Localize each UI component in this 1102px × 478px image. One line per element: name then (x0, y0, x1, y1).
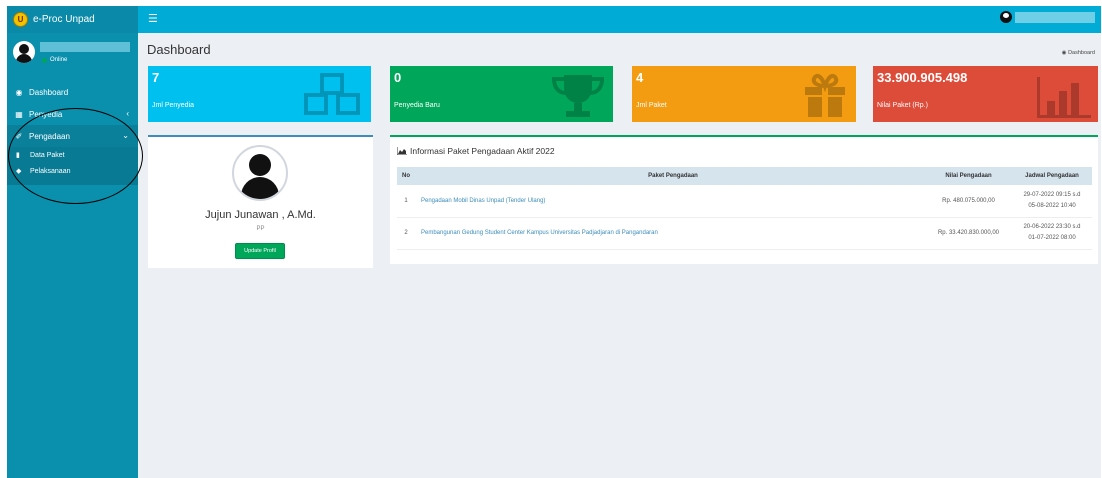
sidebar-item-dashboard[interactable]: ◉ Dashboard (7, 81, 138, 103)
stat-value: 0 (394, 70, 402, 85)
sidebar-item-penyedia[interactable]: ▦ Penyedia ‹ (7, 103, 138, 125)
page-title: Dashboard (147, 42, 211, 57)
jadwal-start: 29-07-2022 09:15 s.d (1023, 191, 1081, 198)
hamburger-icon[interactable]: ☰ (148, 12, 158, 25)
app-title: e-Proc Unpad (33, 14, 95, 25)
jadwal-start: 20-06-2022 23:30 s.d (1023, 224, 1081, 230)
profile-name: Jujun Junawan , A.Md. (205, 209, 316, 221)
bar-chart-icon (1037, 77, 1091, 118)
user-avatar (13, 41, 35, 63)
user-avatar-icon (1000, 11, 1012, 23)
stat-label: Nilai Paket (Rp.) (877, 102, 928, 109)
breadcrumb[interactable]: ◉ Dashboard (1062, 50, 1095, 56)
online-status: Online (42, 57, 67, 63)
row-nilai: Rp. 33.420.830.000,00 (925, 217, 1012, 250)
stat-label: Jml Penyedia (152, 102, 195, 109)
jadwal-end: 01-07-2022 08:00 (1028, 235, 1076, 241)
row-jadwal: 29-07-2022 09:15 s.d 05-08-2022 10:40 (1012, 185, 1092, 218)
row-jadwal: 20-06-2022 23:30 s.d 01-07-2022 08:00 (1012, 217, 1092, 250)
top-navbar: ☰ (138, 6, 1101, 33)
user-menu[interactable] (1000, 11, 1095, 23)
profile-card: Jujun Junawan , A.Md. PP Update Profil (148, 135, 373, 268)
row-no: 2 (397, 217, 415, 250)
row-nilai: Rp. 480.075.000,00 (925, 185, 1012, 218)
stat-value: 33.900.905.498 (877, 70, 968, 85)
stat-label: Jml Paket (636, 102, 667, 109)
table-row: 1 Pengadaan Mobil Dinas Unpad (Tender Ul… (397, 185, 1092, 218)
table-header-row: No Paket Pengadaan Nilai Pengadaan Jadwa… (397, 167, 1092, 185)
chevron-down-icon: ⌄ (122, 131, 129, 140)
chevron-left-icon: ‹ (126, 109, 129, 118)
info-panel-title: Informasi Paket Pengadaan Aktif 2022 (397, 146, 555, 156)
app-logo[interactable]: U e-Proc Unpad (7, 6, 138, 33)
pengadaan-submenu: ▮ Data Paket ◆ Pelaksanaan (7, 147, 138, 185)
column-header-no: No (397, 167, 415, 185)
book-icon: ▮ (16, 152, 20, 159)
row-paket-cell: Pembangunan Gedung Student Center Kampus… (415, 217, 925, 250)
profile-avatar (232, 145, 288, 201)
stat-box-penyedia-baru: 0 Penyedia Baru (390, 66, 613, 122)
sidebar-subitem-pelaksanaan[interactable]: ◆ Pelaksanaan (7, 163, 138, 179)
dashboard-icon: ◉ (1061, 50, 1067, 56)
paket-table: No Paket Pengadaan Nilai Pengadaan Jadwa… (397, 167, 1092, 250)
stat-value: 7 (152, 70, 160, 85)
stat-box-jml-paket: 4 Jml Paket (632, 66, 856, 122)
row-no: 1 (397, 185, 415, 218)
info-panel: Informasi Paket Pengadaan Aktif 2022 No … (390, 135, 1098, 264)
paket-link[interactable]: Pembangunan Gedung Student Center Kampus… (421, 230, 658, 236)
sidebar-item-pengadaan[interactable]: ✐ Pengadaan ⌄ (7, 125, 138, 147)
jadwal-end: 05-08-2022 10:40 (1028, 202, 1076, 209)
stat-box-nilai-paket: 33.900.905.498 Nilai Paket (Rp.) (873, 66, 1098, 122)
calendar-icon: ▦ (15, 109, 23, 119)
column-header-nilai: Nilai Pengadaan (925, 167, 1012, 185)
app-window: U e-Proc Unpad ☰ Online ◉ Dashboard ▦ Pe… (7, 6, 1101, 478)
trophy-icon (551, 75, 605, 117)
profile-role: PP (256, 226, 265, 232)
table-row: 2 Pembangunan Gedung Student Center Kamp… (397, 217, 1092, 250)
column-header-jadwal: Jadwal Pengadaan (1012, 167, 1092, 185)
tag-icon: ◆ (16, 168, 22, 175)
status-dot-icon (42, 57, 47, 63)
sidebar-menu: ◉ Dashboard ▦ Penyedia ‹ ✐ Pengadaan ⌄ ▮… (7, 81, 138, 185)
column-header-paket: Paket Pengadaan (415, 167, 925, 185)
stat-label: Penyedia Baru (394, 102, 440, 109)
sidebar-user-name-redacted (40, 42, 130, 52)
stat-box-jml-penyedia: 7 Jml Penyedia (148, 66, 371, 122)
update-profile-button[interactable]: Update Profil (235, 243, 285, 259)
unpad-logo-icon: U (13, 12, 28, 27)
main-content: Dashboard ◉ Dashboard 7 Jml Penyedia 0 P… (138, 33, 1101, 478)
cubes-icon (304, 73, 360, 115)
gift-icon (805, 73, 845, 117)
sidebar-user-panel: Online (13, 41, 133, 69)
sidebar: Online ◉ Dashboard ▦ Penyedia ‹ ✐ Pengad… (7, 33, 138, 478)
user-name-redacted (1015, 11, 1095, 23)
sidebar-subitem-data-paket[interactable]: ▮ Data Paket (7, 147, 138, 163)
area-chart-icon (397, 147, 407, 155)
wrench-icon: ✐ (15, 131, 23, 141)
row-paket-cell: Pengadaan Mobil Dinas Unpad (Tender Ulan… (415, 185, 925, 218)
paket-link[interactable]: Pengadaan Mobil Dinas Unpad (Tender Ulan… (421, 198, 545, 204)
dashboard-icon: ◉ (15, 87, 23, 97)
stat-value: 4 (636, 70, 644, 85)
